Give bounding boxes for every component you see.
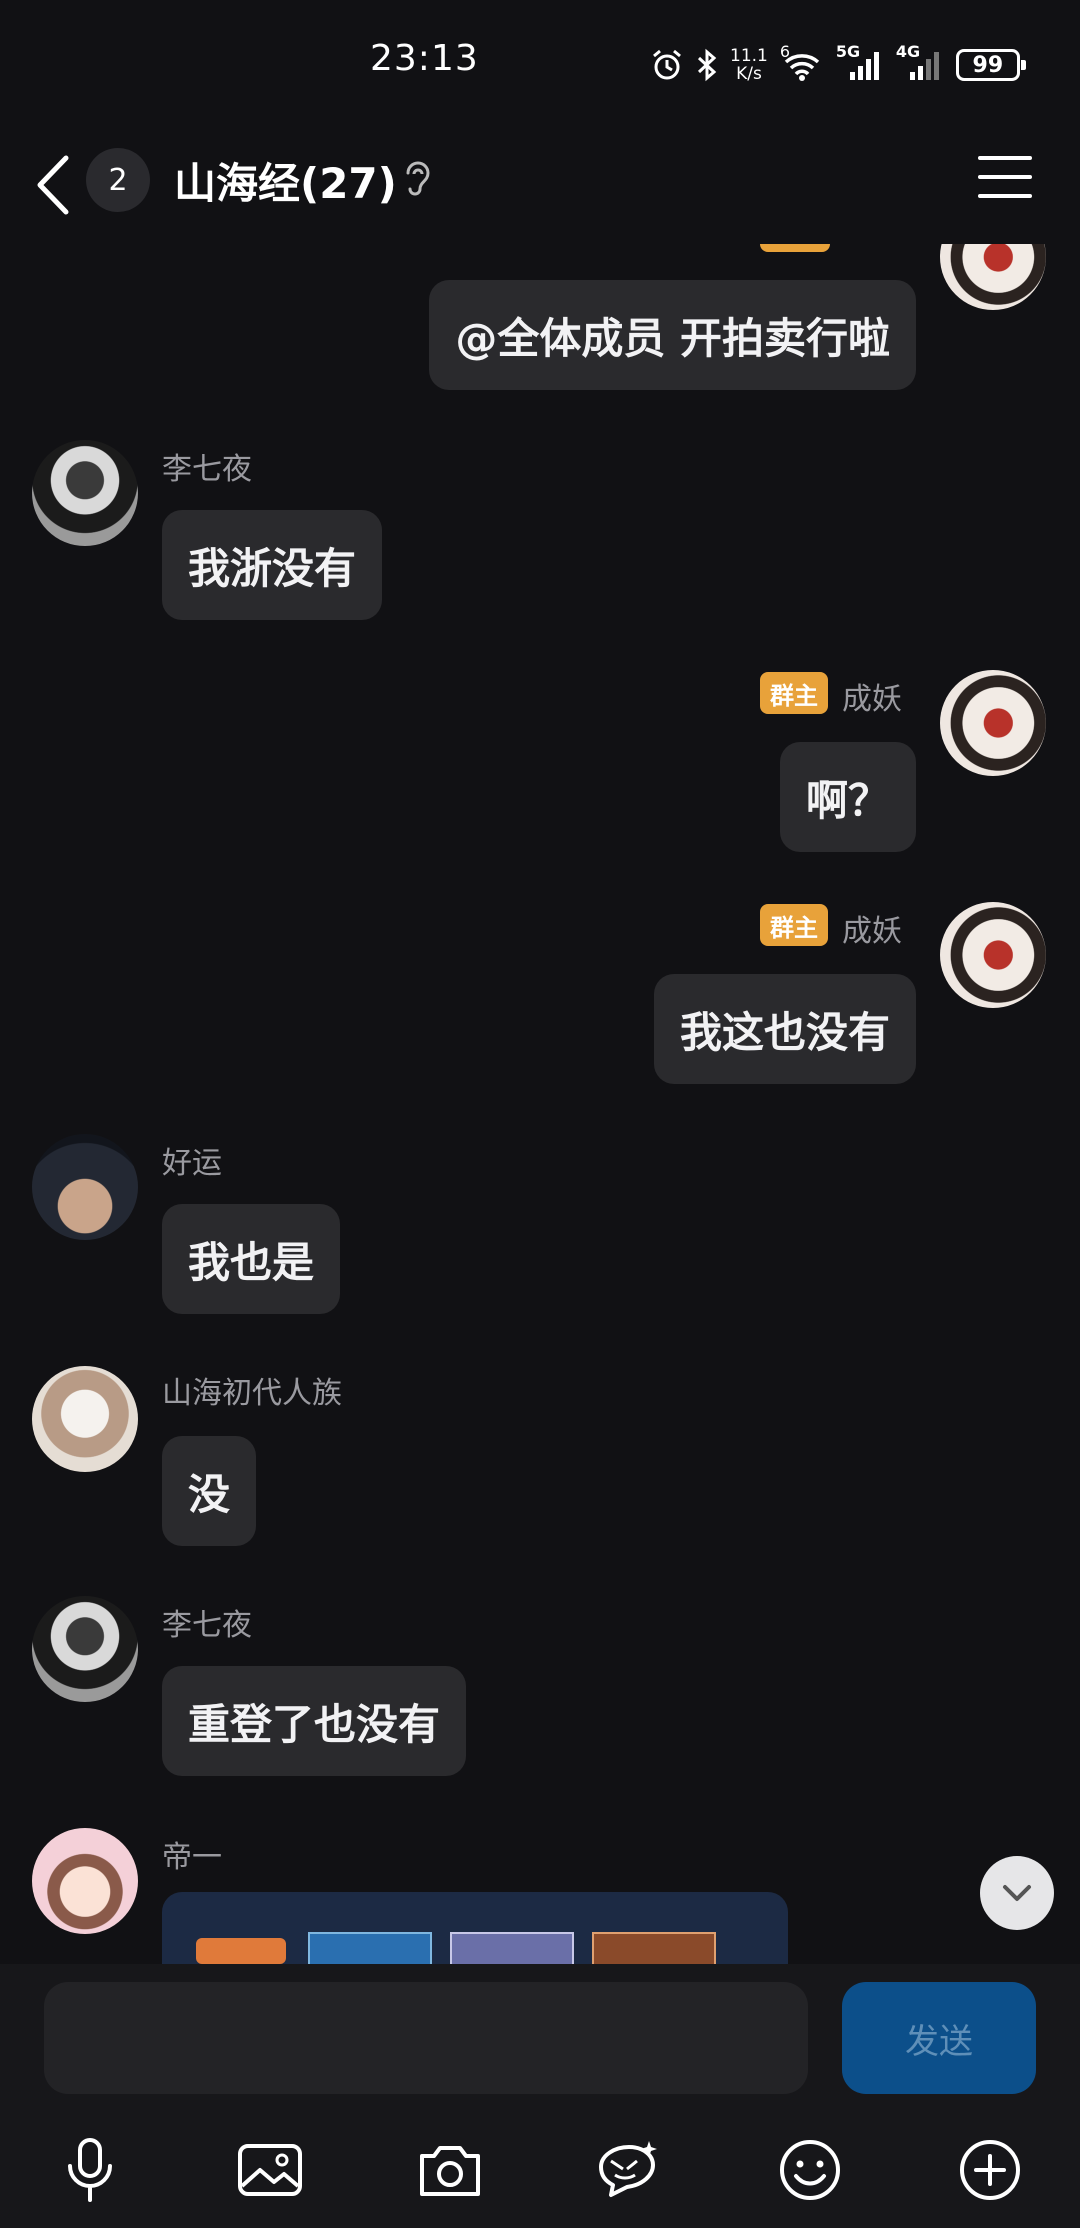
sticker-icon[interactable] — [588, 2130, 668, 2210]
message-input[interactable] — [44, 1982, 808, 2094]
camera-icon[interactable] — [410, 2130, 490, 2210]
bluetooth-icon — [697, 48, 717, 82]
image-icon[interactable] — [230, 2130, 310, 2210]
alarm-icon — [653, 49, 681, 80]
plus-icon[interactable] — [950, 2130, 1030, 2210]
chat-title[interactable]: 山海经(27) — [174, 150, 397, 211]
unread-count-badge[interactable]: 2 — [86, 148, 150, 212]
message-bubble[interactable]: 我浙没有 — [162, 510, 383, 620]
input-toolbar — [0, 2114, 1080, 2224]
signal-4g-icon: 4G — [896, 42, 944, 82]
emoji-icon[interactable] — [770, 2130, 850, 2210]
chevron-down-icon — [1003, 1885, 1031, 1901]
avatar-chengyao[interactable] — [940, 902, 1046, 1008]
avatar-diyi[interactable] — [32, 1828, 138, 1934]
sender-name: 成妖 — [842, 682, 902, 717]
owner-badge: 群主 — [760, 904, 828, 946]
image-message[interactable] — [162, 1892, 788, 1964]
avatar-shanhai-chudai[interactable] — [32, 1366, 138, 1472]
message-bubble[interactable]: 重登了也没有 — [162, 1666, 467, 1776]
wifi-icon: 6 — [780, 42, 824, 82]
chevron-left-icon — [37, 155, 69, 215]
signal-5g-icon: 5G — [836, 42, 884, 82]
avatar-li-qiye[interactable] — [32, 440, 138, 546]
message-bubble[interactable]: 啊？ — [779, 742, 916, 852]
message-bubble[interactable]: 我也是 — [162, 1204, 341, 1314]
network-speed: 11.1 K/s — [730, 46, 768, 84]
avatar-chengyao[interactable] — [940, 244, 1046, 310]
send-button[interactable]: 发送 — [842, 1982, 1036, 2094]
message-bubble[interactable]: @全体成员 开拍卖行啦 — [429, 280, 916, 390]
chat-message-list[interactable]: @全体成员 开拍卖行啦 李七夜 我浙没有 群主 成妖 啊？ 群主 成妖 我这也没… — [0, 244, 1080, 1964]
status-icons: 11.1 K/s 6 5G 4G 99 — [650, 40, 1026, 90]
message-bubble[interactable]: 我这也没有 — [653, 974, 916, 1084]
avatar-haoyun[interactable] — [32, 1134, 138, 1240]
sender-name: 李七夜 — [162, 1608, 252, 1643]
sender-name: 山海初代人族 — [162, 1376, 342, 1411]
clock: 23:13 — [370, 38, 479, 79]
sender-name: 李七夜 — [162, 452, 252, 487]
status-bar: 23:13 11.1 K/s 6 5G 4G 99 — [0, 0, 1080, 130]
sender-name: 好运 — [162, 1146, 222, 1181]
microphone-icon[interactable] — [50, 2130, 130, 2210]
avatar-li-qiye[interactable] — [32, 1596, 138, 1702]
menu-button[interactable] — [978, 156, 1032, 202]
avatar-chengyao[interactable] — [940, 670, 1046, 776]
sender-name: 帝一 — [162, 1840, 222, 1875]
back-button[interactable] — [30, 150, 80, 220]
owner-badge: 群主 — [760, 672, 828, 714]
scroll-to-bottom-button[interactable] — [980, 1856, 1054, 1930]
sender-name: 成妖 — [842, 914, 902, 949]
composer: 发送 — [0, 1964, 1080, 2228]
message-bubble[interactable]: 没 — [162, 1436, 257, 1546]
ear-icon[interactable] — [402, 158, 434, 204]
owner-badge-partial — [760, 244, 830, 252]
battery-indicator: 99 — [955, 49, 1026, 81]
